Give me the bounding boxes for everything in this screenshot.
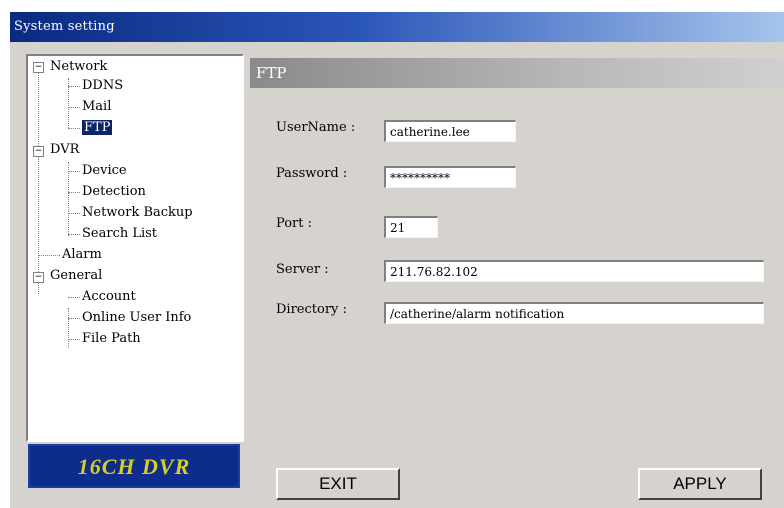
settings-tree[interactable]: − − − Network DDNS Mail FTP DVR Device D…: [26, 54, 244, 442]
tree-connector: [38, 72, 39, 294]
collapse-icon[interactable]: −: [33, 146, 44, 157]
tree-connector: [68, 128, 80, 129]
tree-connector: [68, 107, 80, 108]
port-label: Port :: [276, 216, 312, 231]
tree-connector: [68, 308, 69, 348]
tree-connector: [68, 192, 80, 193]
tree-connector: [68, 213, 80, 214]
tree-connector: [68, 339, 80, 340]
section-header: FTP: [250, 58, 784, 88]
tree-connector: [68, 86, 80, 87]
directory-label: Directory :: [276, 302, 347, 317]
port-field[interactable]: [384, 216, 438, 238]
tree-item-ddns[interactable]: DDNS: [82, 78, 123, 94]
tree-item-search-list[interactable]: Search List: [82, 226, 157, 242]
directory-field[interactable]: [384, 302, 764, 324]
password-label: Password :: [276, 166, 348, 181]
username-field[interactable]: [384, 120, 516, 142]
tree-item-general[interactable]: General: [50, 268, 102, 284]
tree-connector: [68, 171, 80, 172]
tree-connector: [68, 297, 80, 298]
tree-connector: [38, 255, 60, 256]
logo-text: 16CH DVR: [77, 454, 191, 479]
tree-item-mail[interactable]: Mail: [82, 99, 111, 115]
tree-item-network-backup[interactable]: Network Backup: [82, 205, 193, 221]
tree-connector: [68, 318, 80, 319]
tree-item-network[interactable]: Network: [50, 59, 107, 75]
collapse-icon[interactable]: −: [33, 62, 44, 73]
tree-item-account[interactable]: Account: [82, 289, 136, 305]
tree-item-ftp[interactable]: FTP: [82, 120, 113, 136]
server-label: Server :: [276, 262, 329, 277]
server-field[interactable]: [384, 260, 764, 282]
exit-button[interactable]: EXIT: [276, 468, 400, 500]
apply-button[interactable]: APPLY: [638, 468, 762, 500]
window-title: System setting: [14, 19, 115, 34]
tree-item-detection[interactable]: Detection: [82, 184, 146, 200]
tree-item-device[interactable]: Device: [82, 163, 127, 179]
tree-item-dvr[interactable]: DVR: [50, 142, 79, 158]
tree-item-online-user-info[interactable]: Online User Info: [82, 310, 191, 326]
tree-item-file-path[interactable]: File Path: [82, 331, 141, 347]
password-field[interactable]: [384, 166, 516, 188]
username-label: UserName :: [276, 120, 356, 135]
tree-item-alarm[interactable]: Alarm: [62, 247, 102, 263]
title-bar[interactable]: System setting: [10, 12, 784, 42]
section-title: FTP: [256, 64, 287, 82]
tree-connector: [68, 234, 80, 235]
collapse-icon[interactable]: −: [33, 272, 44, 283]
tree-connector: [68, 162, 69, 236]
dvr-logo: 16CH DVR: [28, 444, 240, 488]
system-setting-window: System setting − − − Network DDNS Mail F…: [10, 12, 784, 508]
